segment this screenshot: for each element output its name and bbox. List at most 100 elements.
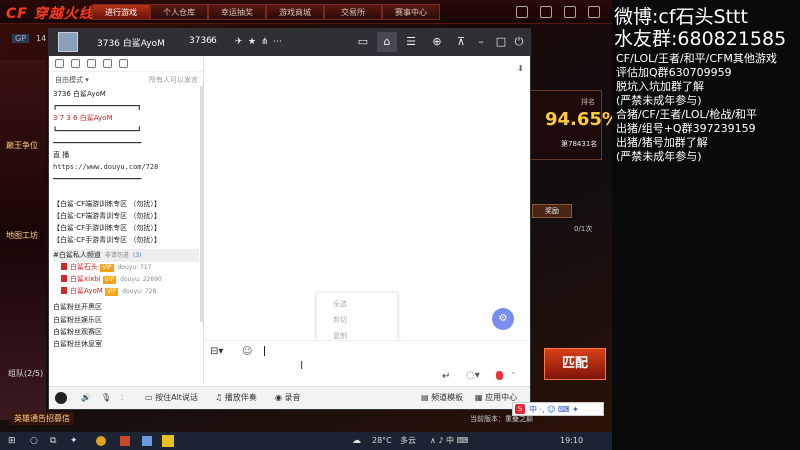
gamepad-icon[interactable]: ⊕ [427,32,447,52]
chat-bubble-icon[interactable]: ◌▾ [466,370,480,381]
channel-template-button[interactable]: ▤ 频道模板 [421,392,463,404]
gamepad-icon[interactable]: ⊟▾ [210,346,223,357]
app-icon[interactable]: ✦ [70,435,78,447]
channel-row[interactable]: ━━━━━━━━━━━━━━━━━━━━━ [53,173,199,186]
share-icon[interactable]: ⋔ [261,37,269,47]
channel-row[interactable]: ┏━━━━━━━━━━━━━━━━━━━┓ [53,100,199,113]
plane-icon[interactable]: ✈ [235,37,243,47]
game-nav-inventory[interactable]: 个人仓库 [150,4,208,20]
push-to-talk-button[interactable]: ▭ 按住Alt说话 [145,392,198,404]
avatar[interactable] [58,32,78,52]
sogou-icon[interactable]: S [515,404,525,414]
task-view-icon[interactable]: ⧉ [50,435,56,447]
gear-icon[interactable] [540,6,552,18]
windows-start-icon[interactable]: ⊞ [8,435,16,447]
voice-toolbar: 🔊 🎙 ⫶ ▭ 按住Alt说话 ♫ 播放伴奏 ◉ 录音 ▤ 频道模板 ▦ 应用中… [49,386,530,409]
add-user-icon[interactable] [71,59,80,68]
app-icon[interactable] [162,435,174,447]
volume-icon[interactable]: 🔊 [81,392,91,404]
play-music-button[interactable]: ♫ 播放伴奏 [215,392,257,404]
channel-row[interactable]: ━━━━━━━━━━━━━━━━━━━━━ [53,137,199,150]
user-name[interactable]: 3736 白鲨AyoM [97,36,165,49]
settings-float-icon[interactable]: ⚙ [492,308,514,330]
document-icon[interactable]: ☰ [401,32,421,52]
scrollbar[interactable] [200,86,203,322]
app-icon[interactable] [96,436,106,446]
chat-area[interactable]: ⬇ 全选 剪切 复制 粘贴 ⚙ [204,56,530,362]
member-row[interactable]: 白鲨AyoM VIP douyu: 728 [61,285,199,298]
game-nav-trade[interactable]: 交易所 [324,4,382,20]
channel-row[interactable]: ┗━━━━━━━━━━━━━━━━━━━┛ [53,125,199,138]
recruit-label[interactable]: 英雄通告招募信 [10,412,74,425]
channel-row[interactable]: 【白鲨·CF端游青训专区 （勿扰）】 [53,210,199,223]
pin-icon[interactable]: ⊼ [451,32,471,52]
minimize-icon[interactable] [564,6,576,18]
channel-row[interactable]: 3736 白鲨AyoM [53,88,199,101]
game-nav-lottery[interactable]: 幸运抽奖 [208,4,266,20]
channel-row[interactable]: 【白鲨·CF手游青训专区 （勿扰）】 [53,234,199,247]
overlay-qq-group: 水友群:680821585 [614,28,787,50]
speak-mode-select[interactable]: 自由模式 ▾ [55,75,89,85]
play-music-label: 播放伴奏 [224,393,257,402]
search-icon[interactable] [119,59,128,68]
home-icon[interactable]: ⌂ [377,32,397,52]
ime-toolbar[interactable]: S 中 ·, ☺ ⌨ ✦ [512,402,604,416]
game-nav-events[interactable]: 赛事中心 [382,4,440,20]
game-nav-shop[interactable]: 游戏商城 [266,4,324,20]
user-icon[interactable] [55,59,64,68]
channel-row[interactable]: 【白鲨·CF手游训练专区 （勿扰）】 [53,222,199,235]
mic-icon[interactable] [496,371,503,380]
message-input[interactable]: ⊟▾ ☺ I ↵ ◌▾ ⌃ [204,340,530,386]
menu-item-select-all[interactable]: 全选 [333,299,347,309]
channel-row[interactable]: 白鲨粉丝休息室 [53,338,199,351]
channel-row[interactable]: https://www.douyu.com/728 [53,161,199,174]
channel-row[interactable]: 白鲨粉丝开黑区 [53,301,199,314]
scroll-down-icon[interactable]: ⬇ [517,64,524,73]
match-button[interactable]: 匹配 [544,348,606,380]
mixer-icon[interactable]: ⫶ [121,392,123,404]
app-icon[interactable] [142,436,152,446]
rank-percent: 94.65% [545,109,612,130]
ime-status[interactable]: 中 ·, ☺ ⌨ ✦ [529,404,579,415]
weather-icon[interactable]: ☁ [352,435,361,447]
channel-row[interactable]: 白鲨粉丝娱乐区 [53,314,199,327]
user-count: 6 [211,36,217,46]
member-row[interactable]: 白鲨xixbi VIP douyu: 22690 [61,273,199,286]
minimize-icon[interactable]: – [471,32,491,52]
send-icon[interactable]: ↵ [442,371,450,382]
channel-row[interactable]: 【白鲨·CF端游训练专区 （勿扰）】 [53,198,199,211]
message-icon[interactable] [87,59,96,68]
system-tray[interactable]: ∧ ♪ 中 ⌨ [430,435,468,447]
channel-row[interactable] [53,186,199,199]
app-icon[interactable] [120,436,130,446]
clock[interactable]: 19:10 [560,435,583,447]
star-icon[interactable]: ★ [248,37,256,47]
maximize-icon[interactable]: □ [491,32,511,52]
record-button[interactable]: ◉ 录音 [275,392,301,404]
channel-row[interactable]: 直 播 [53,149,199,162]
channel-list-panel: 自由模式 ▾ 所有人可以发言 3736 白鲨AyoM ┏━━━━━━━━━━━━━… [49,56,204,383]
more-icon[interactable]: ⋯ [273,37,282,47]
left-banner-tag[interactable]: 巅王争位 [6,140,38,151]
emoji-icon[interactable]: ☺ [242,346,252,357]
search-icon[interactable]: ○ [30,435,38,447]
reward-button[interactable]: 奖励 [532,204,572,218]
panda-icon[interactable] [55,392,67,404]
chevron-up-icon[interactable]: ⌃ [510,371,517,380]
shield-icon[interactable] [516,6,528,18]
mic-icon[interactable]: 🎙 [101,392,111,404]
member-row[interactable]: 白鲨石头 VIP douyu: 717 [61,261,199,274]
channel-count: (3) [132,251,142,259]
power-icon[interactable]: ⏻ [509,32,529,52]
member-name: 白鲨石头 [70,262,98,271]
game-nav-play[interactable]: 进行游戏 [92,4,150,20]
video-icon[interactable]: ▭ [353,32,373,52]
channel-private[interactable]: #白鲨私人频道 非请勿进 (3) [53,248,199,262]
menu-item-cut[interactable]: 剪切 [333,315,347,325]
channel-row[interactable]: 3 7 3 6 白鲨AyoM [53,112,199,125]
left-banner-tag[interactable]: 地图工坊 [6,230,38,241]
app-center-button[interactable]: ▦ 应用中心 [475,392,517,404]
list-icon[interactable] [103,59,112,68]
close-icon[interactable] [588,6,600,18]
channel-row[interactable]: 白鲨粉丝观赛区 [53,326,199,339]
